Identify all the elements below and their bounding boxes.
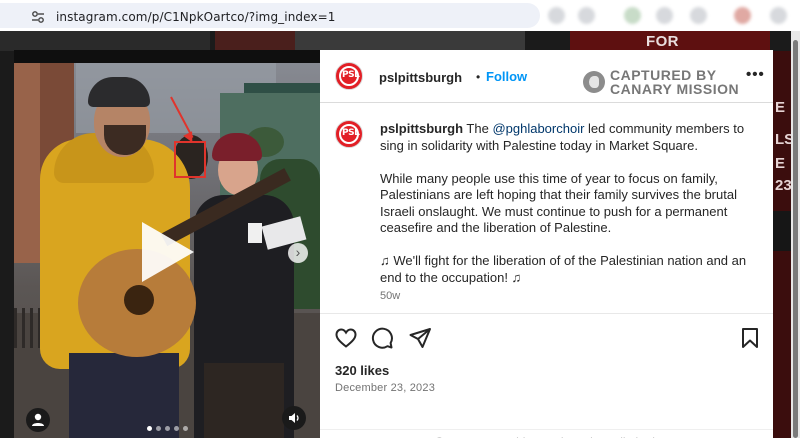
post-video[interactable]: ›: [14, 50, 320, 438]
extension-icon[interactable]: [578, 7, 595, 24]
mention-link[interactable]: @pghlaborchoir: [492, 121, 584, 136]
backdrop-banner: FOR PALESTINE: [570, 31, 770, 67]
likes-count[interactable]: 320 likes: [335, 363, 389, 378]
caption-paragraph: ♫ We'll fight for the liberation of of t…: [380, 253, 747, 285]
share-send-icon[interactable]: [408, 326, 432, 350]
post-header: PSL pslpittsburgh • Follow CAPTURED BY C…: [320, 50, 773, 103]
extension-icon[interactable]: [548, 7, 565, 24]
site-settings-icon[interactable]: [31, 10, 45, 24]
carousel-dot: [147, 426, 152, 431]
backdrop-letter: E: [775, 99, 786, 116]
scene-building: [14, 63, 40, 263]
header-separator: •: [476, 70, 481, 84]
like-heart-icon[interactable]: [334, 326, 358, 350]
caption-author-avatar[interactable]: PSL: [335, 120, 363, 148]
tagged-users-button[interactable]: [26, 408, 50, 432]
post-date: December 23, 2023: [335, 382, 436, 394]
annotation-box: [174, 141, 206, 178]
scene-person: [204, 363, 284, 438]
carousel-indicator: [147, 426, 188, 432]
extension-icon[interactable]: [624, 7, 641, 24]
address-bar[interactable]: instagram.com/p/C1NpkOartco/?img_index=1: [0, 3, 540, 28]
author-avatar[interactable]: PSL: [335, 62, 363, 90]
mute-button[interactable]: [282, 406, 306, 430]
url-text: instagram.com/p/C1NpkOartco/?img_index=1: [56, 10, 336, 24]
save-bookmark-icon[interactable]: [738, 326, 762, 350]
extension-icon[interactable]: [690, 7, 707, 24]
post-caption: pslpittsburgh The @pghlaborchoir led com…: [380, 121, 755, 303]
follow-button[interactable]: Follow: [486, 69, 527, 84]
backdrop-image: [0, 31, 210, 51]
avatar-logo-text: PSL: [342, 70, 360, 80]
comments-limited-notice: Comments on this post have been limited.: [320, 429, 773, 438]
extension-icon[interactable]: [734, 7, 751, 24]
next-slide-button[interactable]: ›: [288, 243, 308, 263]
action-bar: 320 likes December 23, 2023 Comments on …: [320, 313, 773, 438]
caption-paragraph: While many people use this time of year …: [380, 170, 737, 236]
carousel-dot: [156, 426, 161, 431]
post-age[interactable]: 50w: [380, 290, 400, 302]
watermark-line-2: CANARY MISSION: [610, 81, 740, 97]
backdrop-letter: E: [775, 155, 786, 172]
more-options-icon[interactable]: •••: [746, 66, 765, 83]
carousel-dot: [174, 426, 179, 431]
post-modal: › PSL pslpittsburgh • Follow CAPTURED BY…: [14, 50, 773, 438]
page-scrollbar-thumb[interactable]: [793, 40, 798, 438]
scene-cup: [248, 223, 262, 243]
avatar-logo-text: PSL: [342, 128, 360, 138]
video-letterbox: [14, 50, 320, 63]
carousel-dot: [183, 426, 188, 431]
canary-bird-icon: [583, 71, 605, 93]
browser-toolbar: instagram.com/p/C1NpkOartco/?img_index=1: [0, 0, 800, 31]
author-username[interactable]: pslpittsburgh: [379, 70, 462, 85]
user-icon: [32, 413, 44, 426]
caption-username[interactable]: pslpittsburgh: [380, 121, 463, 136]
backdrop-letter: 23: [775, 177, 792, 194]
profile-icon[interactable]: [770, 7, 787, 24]
scene-guitar-hole: [124, 285, 154, 315]
extension-icon[interactable]: [656, 7, 673, 24]
caption-text: The: [463, 121, 493, 136]
play-icon[interactable]: [142, 222, 194, 282]
backdrop-image: [215, 31, 295, 51]
carousel-dot: [165, 426, 170, 431]
backdrop-image: [295, 31, 525, 51]
comment-icon[interactable]: [370, 326, 394, 350]
speaker-icon: [289, 413, 299, 423]
post-details-panel: PSL pslpittsburgh • Follow CAPTURED BY C…: [320, 50, 773, 438]
